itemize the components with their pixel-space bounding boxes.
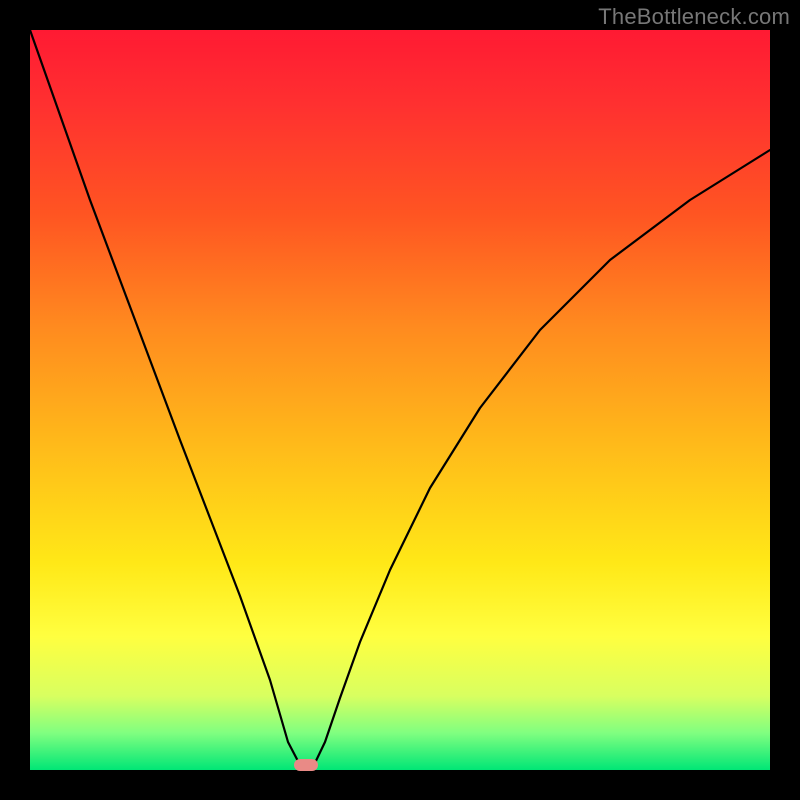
curve-path [30,30,770,770]
chart-frame: TheBottleneck.com [0,0,800,800]
optimum-marker [294,759,318,771]
bottleneck-curve [30,30,770,770]
watermark-text: TheBottleneck.com [598,4,790,30]
plot-area [30,30,770,770]
